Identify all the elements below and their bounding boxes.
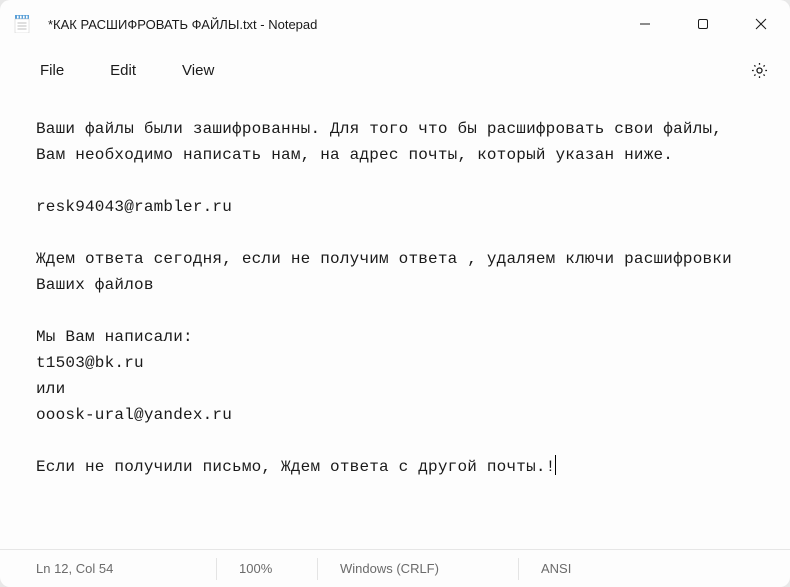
notepad-icon: [12, 14, 32, 34]
maximize-button[interactable]: [674, 0, 732, 48]
status-encoding: ANSI: [519, 550, 629, 587]
titlebar: *КАК РАСШИФРОВАТЬ ФАЙЛЫ.txt - Notepad: [0, 0, 790, 48]
close-button[interactable]: [732, 0, 790, 48]
menu-file[interactable]: File: [26, 56, 78, 85]
window-title: *КАК РАСШИФРОВАТЬ ФАЙЛЫ.txt - Notepad: [48, 17, 616, 32]
statusbar: Ln 12, Col 54 100% Windows (CRLF) ANSI: [0, 549, 790, 587]
editor-content: Ваши файлы были зашифрованны. Для того ч…: [36, 120, 742, 476]
text-caret: [555, 455, 556, 475]
minimize-button[interactable]: [616, 0, 674, 48]
notepad-window: *КАК РАСШИФРОВАТЬ ФАЙЛЫ.txt - Notepad Fi…: [0, 0, 790, 587]
settings-button[interactable]: [742, 53, 776, 87]
status-position: Ln 12, Col 54: [36, 550, 216, 587]
text-editor[interactable]: Ваши файлы были зашифрованны. Для того ч…: [0, 92, 790, 549]
menubar: File Edit View: [0, 48, 790, 92]
menu-view[interactable]: View: [168, 56, 228, 85]
menu-edit[interactable]: Edit: [96, 56, 150, 85]
status-zoom: 100%: [217, 550, 317, 587]
status-line-ending: Windows (CRLF): [318, 550, 518, 587]
window-controls: [616, 0, 790, 48]
